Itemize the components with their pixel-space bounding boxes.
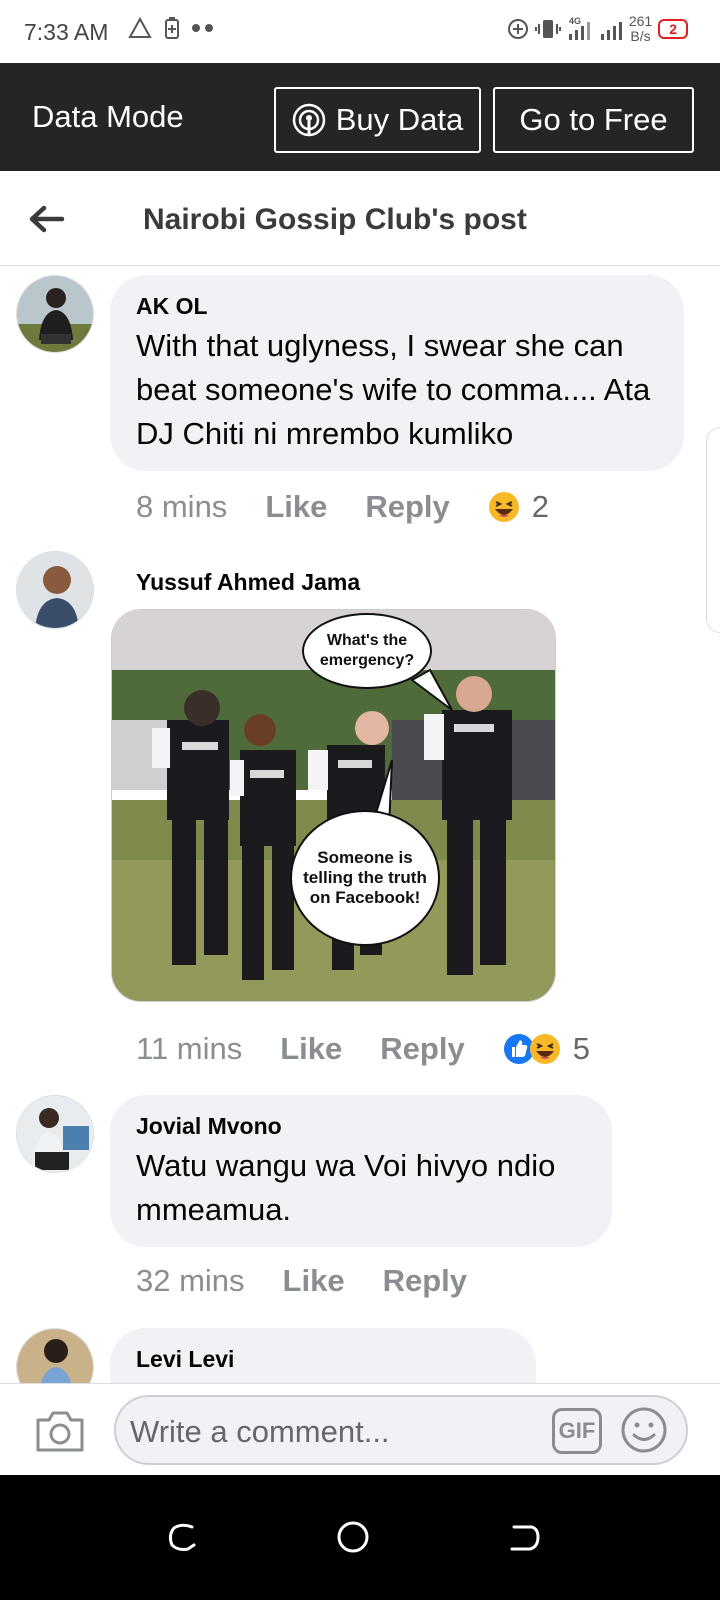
- post-header: Nairobi Gossip Club's post: [0, 171, 720, 266]
- comment-bubble: Jovial Mvono Watu wangu wa Voi hivyo ndi…: [110, 1095, 612, 1247]
- page-title: Nairobi Gossip Club's post: [143, 203, 527, 236]
- like-button[interactable]: Like: [283, 1263, 345, 1299]
- battery-saver-icon: [165, 17, 179, 39]
- back-arrow-icon[interactable]: [26, 199, 66, 239]
- avatar[interactable]: [16, 275, 94, 353]
- warning-icon: [128, 17, 152, 38]
- like-button[interactable]: Like: [265, 489, 327, 525]
- comment-text: With that uglyness, I swear she can beat…: [136, 328, 651, 451]
- emoji-icon[interactable]: [620, 1406, 668, 1454]
- data-saver-icon: [507, 19, 528, 39]
- speech-bubble-top: What's the emergency?: [302, 613, 432, 689]
- buy-data-label: Buy Data: [335, 102, 464, 137]
- comment-input-placeholder: Write a comment...: [130, 1414, 390, 1449]
- comment-composer: Write a comment... GIF: [0, 1383, 720, 1475]
- comment-author[interactable]: AK OL: [136, 293, 658, 320]
- status-right-icons: 4G 261 B/s 2: [507, 14, 688, 44]
- notification-badge: 2: [658, 19, 688, 39]
- avatar[interactable]: [16, 1328, 94, 1383]
- side-panel-handle[interactable]: [706, 427, 720, 633]
- comment-bubble: AK OL With that uglyness, I swear she ca…: [110, 275, 684, 471]
- data-mode-title: Data Mode: [32, 99, 184, 134]
- reply-button[interactable]: Reply: [383, 1263, 467, 1299]
- signal-4g-icon: 4G: [568, 16, 590, 40]
- comment-time[interactable]: 32 mins: [136, 1263, 245, 1299]
- vibrate-icon: [534, 20, 561, 38]
- broadcast-icon: [292, 103, 325, 137]
- comment-time[interactable]: 11 mins: [136, 1031, 242, 1067]
- comment-image[interactable]: What's the emergency? Someone is telling…: [111, 609, 556, 1002]
- comment-actions: 32 mins Like Reply: [136, 1263, 505, 1299]
- speech-bubble-bottom: Someone is telling the truth on Facebook…: [290, 810, 440, 946]
- reaction-count: 5: [572, 1031, 590, 1066]
- avatar[interactable]: [16, 1095, 94, 1173]
- comment-author[interactable]: Jovial Mvono: [136, 1113, 586, 1140]
- home-icon[interactable]: [335, 1519, 371, 1555]
- data-mode-bar: Data Mode Buy Data Go to Free: [0, 63, 720, 171]
- buy-data-button[interactable]: Buy Data: [274, 87, 481, 153]
- status-left-icons: [128, 16, 213, 40]
- comment-input[interactable]: Write a comment... GIF: [114, 1395, 688, 1465]
- more-notifications-icon: [192, 24, 213, 32]
- reaction-count: 2: [531, 489, 550, 524]
- haha-icon: [529, 1034, 560, 1064]
- system-nav-bar: [0, 1475, 720, 1600]
- status-time: 7:33 AM: [24, 19, 109, 45]
- go-to-free-label: Go to Free: [519, 102, 668, 137]
- comment-author[interactable]: Levi Levi: [136, 1346, 510, 1373]
- recent-apps-icon[interactable]: [164, 1519, 200, 1555]
- comment-bubble: Levi Levi: [110, 1328, 536, 1383]
- comment-actions: 11 mins Like Reply 5: [136, 1031, 590, 1067]
- camera-icon[interactable]: [34, 1408, 86, 1454]
- like-button[interactable]: Like: [280, 1031, 342, 1067]
- comment-actions: 8 mins Like Reply 2: [136, 489, 549, 525]
- signal-icon: [600, 22, 622, 40]
- comment-time[interactable]: 8 mins: [136, 489, 227, 525]
- comments-list[interactable]: AK OL With that uglyness, I swear she ca…: [0, 267, 720, 1383]
- comment-text: Watu wangu wa Voi hivyo ndio mmeamua.: [136, 1148, 556, 1227]
- svg-text:4G: 4G: [569, 16, 581, 26]
- comment-author[interactable]: Yussuf Ahmed Jama: [136, 569, 360, 596]
- back-icon[interactable]: [506, 1519, 542, 1555]
- haha-icon: [488, 492, 519, 522]
- reply-button[interactable]: Reply: [365, 489, 449, 525]
- avatar[interactable]: [16, 551, 94, 629]
- network-speed: 261 B/s: [628, 13, 653, 44]
- reactions-summary[interactable]: 5: [503, 1031, 590, 1067]
- status-bar: 7:33 AM 4G 261 B/s 2: [0, 0, 720, 63]
- gif-button[interactable]: GIF: [552, 1408, 602, 1454]
- reply-button[interactable]: Reply: [380, 1031, 464, 1067]
- go-to-free-button[interactable]: Go to Free: [493, 87, 694, 153]
- reactions-summary[interactable]: 2: [488, 489, 549, 525]
